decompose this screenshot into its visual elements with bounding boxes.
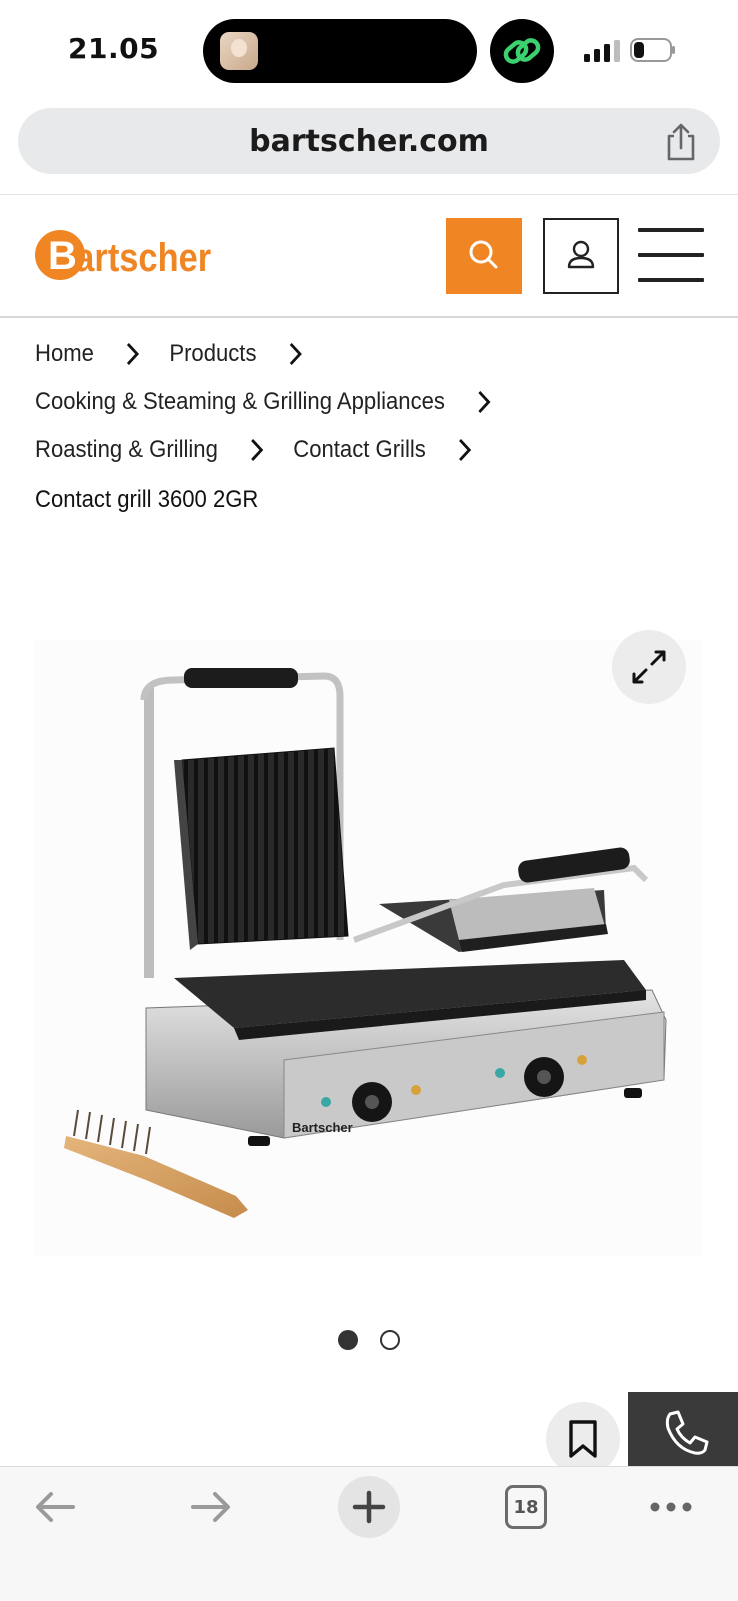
link-icon[interactable] bbox=[490, 19, 554, 83]
avatar bbox=[220, 32, 258, 70]
svg-text:artscher: artscher bbox=[75, 235, 211, 280]
chevron-right-icon bbox=[477, 390, 491, 414]
breadcrumb-current: Contact grill 3600 2GR bbox=[35, 486, 259, 513]
share-icon[interactable] bbox=[664, 122, 698, 162]
bookmark-button[interactable] bbox=[546, 1402, 620, 1476]
back-button[interactable] bbox=[20, 1467, 90, 1547]
chevron-right-icon bbox=[289, 342, 302, 366]
device-brand-label: Bartscher bbox=[292, 1120, 353, 1135]
tab-count: 18 bbox=[505, 1485, 547, 1529]
signal-icon bbox=[584, 40, 620, 62]
contact-grill-illustration: Bartscher bbox=[64, 668, 667, 1218]
search-button[interactable] bbox=[446, 218, 522, 294]
more-button[interactable] bbox=[648, 1467, 694, 1547]
svg-text:B: B bbox=[48, 234, 77, 278]
bookmark-icon bbox=[569, 1420, 597, 1458]
product-image[interactable]: Bartscher bbox=[34, 640, 702, 1256]
new-tab-button[interactable] bbox=[338, 1467, 400, 1547]
gallery-pagination bbox=[336, 1330, 406, 1354]
forward-arrow-icon bbox=[191, 1492, 230, 1522]
slide-dot-2[interactable] bbox=[380, 1330, 400, 1350]
search-icon bbox=[469, 240, 498, 269]
status-time: 21.05 bbox=[68, 32, 160, 65]
account-button[interactable] bbox=[543, 218, 619, 294]
more-icon bbox=[650, 1502, 692, 1512]
forward-button[interactable] bbox=[176, 1467, 246, 1547]
expand-button[interactable] bbox=[612, 630, 686, 704]
address-bar[interactable]: bartscher.com bbox=[18, 108, 720, 174]
browser-toolbar: 18 bbox=[0, 1466, 738, 1601]
breadcrumb-home[interactable]: Home bbox=[35, 340, 94, 368]
divider bbox=[0, 316, 738, 318]
breadcrumb-cooking[interactable]: Cooking & Steaming & Grilling Appliances bbox=[35, 388, 445, 416]
slide-dot-1[interactable] bbox=[338, 1330, 358, 1350]
chevron-right-icon bbox=[126, 342, 140, 366]
expand-icon bbox=[632, 650, 666, 684]
chevron-right-icon bbox=[250, 438, 264, 462]
back-arrow-icon bbox=[36, 1492, 75, 1522]
status-bar: 21.05 bbox=[0, 0, 738, 100]
battery-icon bbox=[630, 38, 675, 62]
tabs-button[interactable]: 18 bbox=[505, 1467, 547, 1547]
breadcrumb-contact-grills[interactable]: Contact Grills bbox=[293, 436, 426, 464]
user-icon bbox=[567, 240, 595, 269]
breadcrumb-products[interactable]: Products bbox=[169, 340, 256, 368]
chevron-right-icon bbox=[458, 438, 472, 462]
plus-icon bbox=[352, 1490, 386, 1524]
hamburger-icon[interactable] bbox=[638, 226, 704, 284]
breadcrumb-roasting[interactable]: Roasting & Grilling bbox=[35, 436, 218, 464]
phone-icon bbox=[665, 1410, 709, 1455]
url-text[interactable]: bartscher.com bbox=[18, 124, 720, 159]
dynamic-island[interactable] bbox=[203, 19, 477, 83]
call-button[interactable] bbox=[628, 1392, 738, 1472]
divider bbox=[0, 194, 738, 195]
bartscher-logo[interactable]: B artscher bbox=[34, 226, 218, 284]
